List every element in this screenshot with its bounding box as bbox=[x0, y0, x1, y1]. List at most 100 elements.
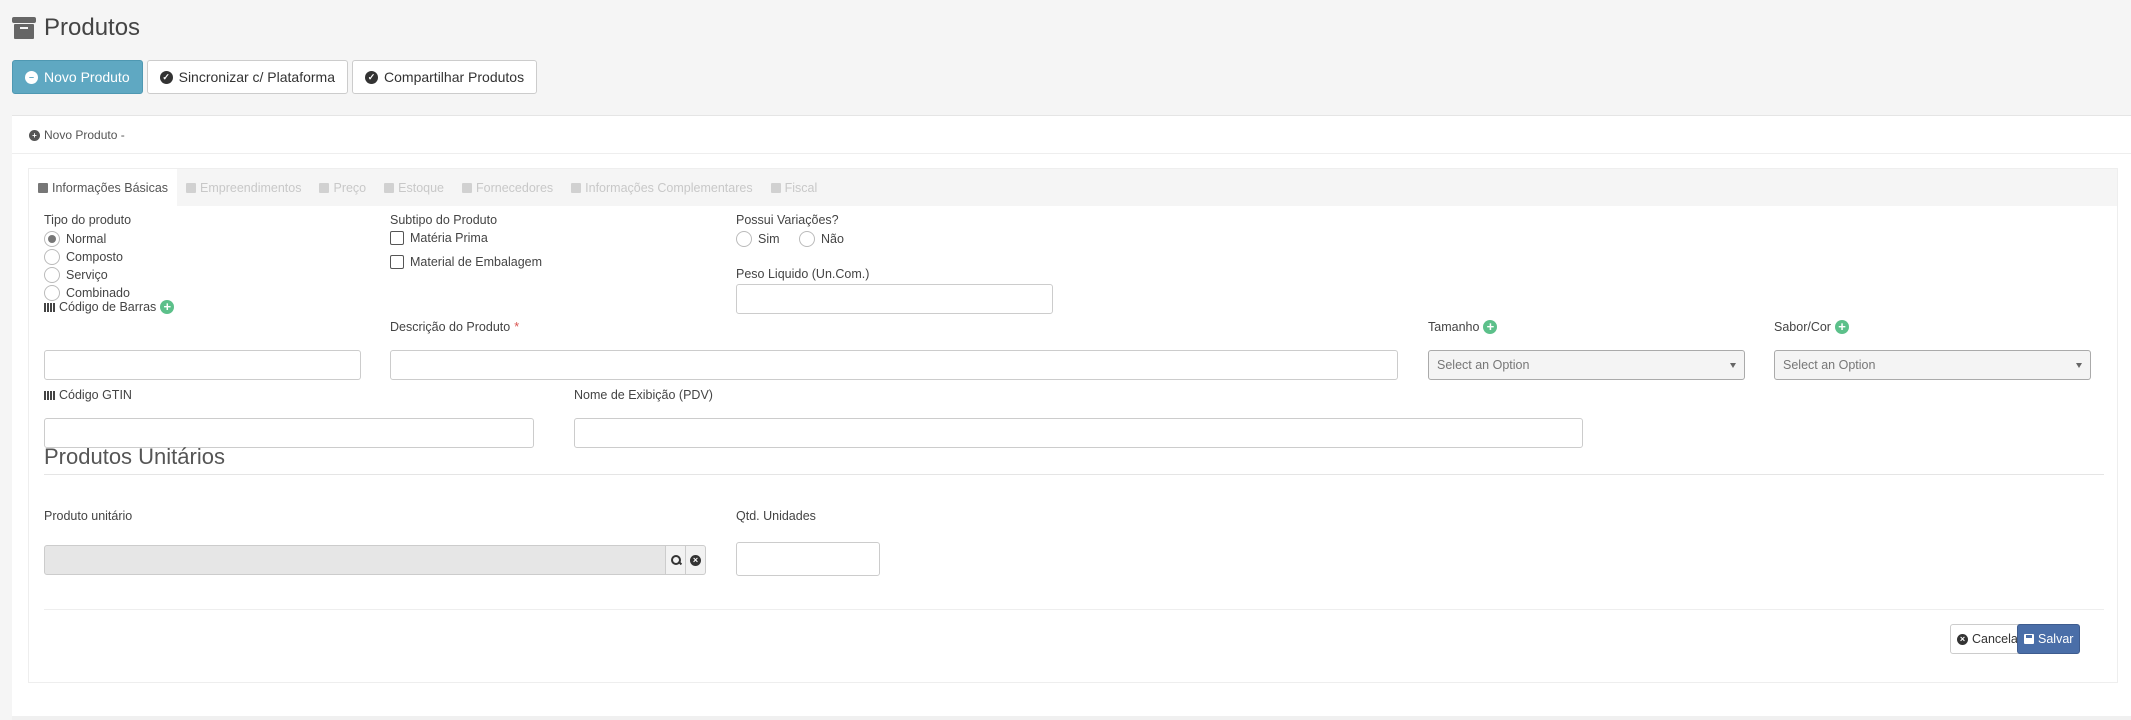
archive-icon bbox=[12, 17, 36, 39]
divider bbox=[44, 609, 2104, 610]
radio-label: Composto bbox=[66, 250, 123, 264]
tab-informacoes-basicas[interactable]: Informações Básicas bbox=[29, 169, 178, 206]
qtd-unidades-input[interactable] bbox=[736, 542, 880, 576]
sabor-label: Sabor/Cor bbox=[1774, 320, 1831, 334]
radio-button[interactable] bbox=[799, 231, 815, 247]
search-button[interactable] bbox=[666, 545, 686, 575]
tab-label: Fornecedores bbox=[476, 180, 554, 195]
gtin-label: Código GTIN bbox=[59, 388, 132, 402]
tamanho-label: Tamanho bbox=[1428, 320, 1480, 334]
peso-label: Peso Liquido (Un.Com.) bbox=[736, 267, 870, 281]
tab-fiscal[interactable]: Fiscal bbox=[762, 169, 827, 206]
breadcrumb: + Novo Produto - bbox=[29, 128, 125, 142]
peso-input[interactable] bbox=[736, 284, 1053, 314]
nome-pdv-input[interactable] bbox=[574, 418, 1583, 448]
tab-label: Informações Complementares bbox=[585, 180, 753, 195]
radio-label: Sim bbox=[758, 232, 780, 246]
new-product-button[interactable]: – Novo Produto bbox=[12, 60, 143, 94]
barcode-label: Código de Barras bbox=[59, 300, 157, 314]
search-icon bbox=[670, 555, 681, 565]
minus-circle-icon: – bbox=[25, 70, 38, 84]
form-panel: + Novo Produto - Informações Básicas Emp… bbox=[12, 115, 2131, 720]
page-title-text: Produtos bbox=[44, 14, 141, 41]
variacoes-label: Possui Variações? bbox=[736, 213, 839, 227]
page-header: Produtos – Novo Produto ✓ Sincronizar c/… bbox=[0, 0, 2131, 115]
new-product-label: Novo Produto bbox=[44, 69, 130, 85]
tamanho-placeholder: Select an Option bbox=[1437, 358, 1530, 372]
sync-platform-button[interactable]: ✓ Sincronizar c/ Plataforma bbox=[146, 60, 349, 94]
tag-icon bbox=[319, 182, 330, 193]
radio-label: Combinado bbox=[66, 286, 130, 300]
check-circle-icon: ✓ bbox=[159, 70, 173, 84]
bottom-strip bbox=[12, 716, 2131, 720]
radio-nao[interactable]: Não bbox=[799, 231, 844, 247]
radio-button[interactable] bbox=[44, 249, 60, 265]
tab-bar: Informações Básicas Empreendimentos Preç… bbox=[29, 169, 2117, 206]
tab-estoque[interactable]: Estoque bbox=[375, 169, 453, 206]
action-bar: – Novo Produto ✓ Sincronizar c/ Platafor… bbox=[12, 60, 538, 94]
chevron-down-icon bbox=[2076, 363, 2082, 368]
clear-button[interactable]: × bbox=[686, 545, 706, 575]
sabor-select[interactable]: Select an Option bbox=[1774, 350, 2091, 380]
tab-preco[interactable]: Preço bbox=[310, 169, 375, 206]
chevron-down-icon bbox=[1730, 363, 1736, 368]
sabor-label-group: Sabor/Cor + bbox=[1774, 320, 1849, 334]
checkbox-material-embalagem[interactable]: Material de Embalagem bbox=[390, 255, 542, 269]
radio-label: Normal bbox=[66, 232, 107, 246]
descricao-label-group: Descrição do Produto * bbox=[390, 320, 519, 334]
barcode-icon bbox=[44, 302, 55, 312]
tab-label: Informações Básicas bbox=[52, 180, 169, 195]
tab-label: Estoque bbox=[398, 180, 445, 195]
radio-button[interactable] bbox=[44, 285, 60, 301]
save-button[interactable]: Salvar bbox=[2017, 624, 2081, 654]
share-products-button[interactable]: ✓ Compartilhar Produtos bbox=[352, 60, 538, 94]
info-circle-icon: + bbox=[29, 129, 40, 141]
sync-platform-label: Sincronizar c/ Plataforma bbox=[178, 69, 336, 85]
check-circle-icon: ✓ bbox=[365, 70, 379, 84]
radio-composto[interactable]: Composto bbox=[44, 249, 123, 265]
tab-informacoes-complementares[interactable]: Informações Complementares bbox=[562, 169, 761, 206]
radio-label: Não bbox=[821, 232, 844, 246]
cancel-label: Cancelar bbox=[1972, 632, 2023, 646]
radio-button[interactable] bbox=[44, 231, 60, 247]
tamanho-select[interactable]: Select an Option bbox=[1428, 350, 1745, 380]
descricao-label: Descrição do Produto bbox=[390, 320, 511, 334]
radio-servico[interactable]: Serviço bbox=[44, 267, 108, 283]
cubes-icon bbox=[571, 182, 582, 193]
checkbox[interactable] bbox=[390, 255, 404, 269]
add-barcode-icon[interactable]: + bbox=[160, 300, 175, 314]
barcode-label-group: Código de Barras + bbox=[44, 300, 175, 314]
product-form-card: Informações Básicas Empreendimentos Preç… bbox=[28, 168, 2118, 683]
building-icon bbox=[186, 182, 197, 193]
add-sabor-icon[interactable]: + bbox=[1834, 320, 1849, 334]
radio-normal[interactable]: Normal bbox=[44, 231, 106, 247]
radio-sim[interactable]: Sim bbox=[736, 231, 780, 247]
radio-button[interactable] bbox=[736, 231, 752, 247]
radio-combinado[interactable]: Combinado bbox=[44, 285, 130, 301]
tamanho-label-group: Tamanho + bbox=[1428, 320, 1498, 334]
nome-pdv-label: Nome de Exibição (PDV) bbox=[574, 388, 713, 402]
truck-icon bbox=[462, 182, 473, 193]
descricao-input[interactable] bbox=[390, 350, 1398, 380]
checkbox-materia-prima[interactable]: Matéria Prima bbox=[390, 231, 488, 245]
file-icon bbox=[770, 182, 781, 193]
barcode-input[interactable] bbox=[44, 350, 361, 380]
section-title: Produtos Unitários bbox=[44, 444, 225, 469]
tab-label: Fiscal bbox=[784, 180, 818, 195]
list-icon bbox=[384, 182, 395, 193]
checkbox[interactable] bbox=[390, 231, 404, 245]
tab-empreendimentos[interactable]: Empreendimentos bbox=[177, 169, 310, 206]
gtin-label-group: Código GTIN bbox=[44, 388, 132, 402]
tab-label: Preço bbox=[333, 180, 367, 195]
barcode-icon bbox=[44, 390, 55, 400]
produto-unitario-input[interactable] bbox=[44, 545, 666, 575]
add-tamanho-icon[interactable]: + bbox=[1483, 320, 1498, 334]
archive-icon bbox=[38, 182, 48, 193]
checkbox-label: Material de Embalagem bbox=[410, 255, 543, 269]
tab-label: Empreendimentos bbox=[200, 180, 302, 195]
save-label: Salvar bbox=[2038, 632, 2074, 646]
radio-button[interactable] bbox=[44, 267, 60, 283]
breadcrumb-label: Novo Produto - bbox=[44, 128, 125, 142]
required-mark: * bbox=[514, 320, 520, 334]
tab-fornecedores[interactable]: Fornecedores bbox=[453, 169, 562, 206]
